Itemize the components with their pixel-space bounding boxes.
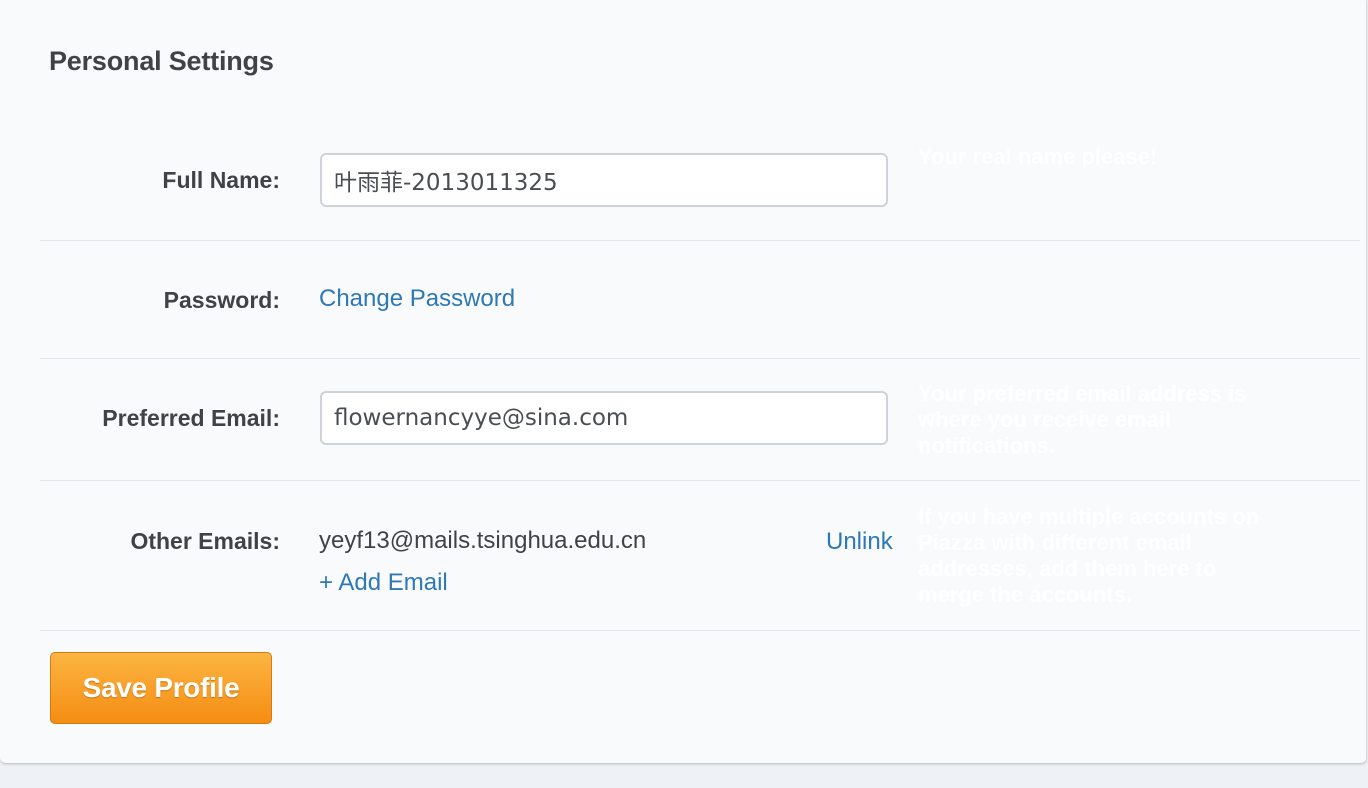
preferred-email-label: Preferred Email: [102,405,280,431]
other-emails-hint: If you have multiple accounts on Piazza … [918,504,1260,607]
divider [40,358,1360,359]
personal-settings-panel: Personal Settings Full Name: Your real n… [0,0,1367,764]
change-password-link[interactable]: Change Password [319,285,515,313]
page-title: Personal Settings [49,46,274,76]
full-name-label: Full Name: [162,167,280,193]
other-emails-label: Other Emails: [130,528,280,554]
divider [40,630,1360,631]
full-name-hint: Your real name please! [918,144,1158,169]
preferred-email-input[interactable] [320,391,888,445]
divider [40,240,1360,241]
unlink-email-link[interactable]: Unlink [826,528,893,556]
preferred-email-hint: Your preferred email address is where yo… [918,381,1247,458]
password-label: Password: [163,287,280,313]
divider [40,480,1360,481]
other-email-address: yeyf13@mails.tsinghua.edu.cn [319,527,647,554]
save-profile-button[interactable]: Save Profile [50,652,272,724]
add-email-link[interactable]: + Add Email [319,569,448,597]
full-name-input[interactable] [320,153,888,207]
